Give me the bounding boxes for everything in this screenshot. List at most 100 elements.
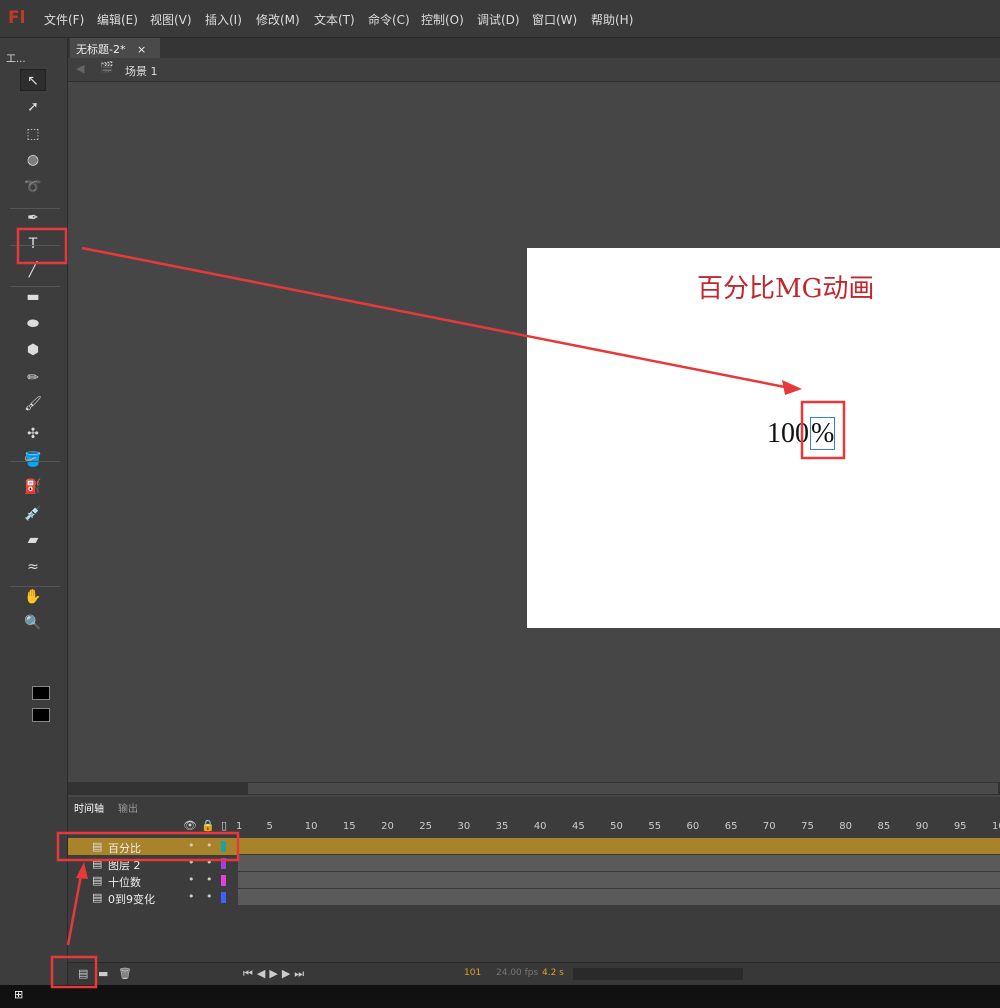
layer-frames[interactable]	[238, 838, 1000, 855]
scene-label[interactable]: 场景 1	[125, 63, 158, 79]
frame-tick-label: 45	[572, 821, 585, 832]
frame-tick-label: 15	[342, 821, 356, 832]
pen-tool-icon[interactable]: ✒	[20, 207, 46, 229]
new-layer-icon[interactable]: ▤	[78, 967, 88, 980]
stage-title-text[interactable]: 百分比MG动画	[697, 268, 874, 305]
stage-canvas[interactable]: 百分比MG动画 100%	[527, 248, 1000, 628]
layer-row[interactable]: ▤ 0到9变化 • •	[68, 889, 1000, 906]
percent-text[interactable]: 100%	[767, 417, 836, 450]
tab-output[interactable]: 输出	[118, 800, 138, 815]
frame-tick-label: 55	[648, 821, 662, 832]
new-folder-icon[interactable]: ▬	[98, 967, 108, 980]
text-tool-icon[interactable]: T	[20, 233, 46, 255]
zoom-tool-icon[interactable]: 🔍	[20, 612, 46, 634]
document-tab-label: 无标题-2*	[76, 43, 126, 56]
lock-icon[interactable]: 🔒	[201, 819, 215, 832]
eyedropper-tool-icon[interactable]: 💉	[20, 503, 46, 525]
paint-bucket-tool-icon[interactable]: 🪣	[20, 449, 46, 471]
3d-rotation-tool-icon[interactable]: ◍	[20, 149, 46, 171]
visibility-dot[interactable]: •	[188, 856, 195, 869]
menu-item[interactable]: 文件(F)	[44, 11, 84, 28]
bone-tool-icon[interactable]: ✣	[20, 423, 46, 445]
frame-tick-label: 1	[236, 821, 243, 832]
frame-tick-label: 75	[801, 821, 814, 832]
fill-color-swatch[interactable]	[32, 708, 50, 722]
menu-item[interactable]: 调试(D)	[477, 11, 520, 28]
visibility-dot[interactable]: •	[188, 890, 195, 903]
oval-tool-icon[interactable]: ⬬	[20, 313, 46, 335]
layer-row[interactable]: ▤ 十位数 • •	[68, 872, 1000, 889]
menu-item[interactable]: 视图(V)	[150, 11, 192, 28]
layer-color-swatch[interactable]	[221, 892, 226, 903]
layer-icon: ▤	[92, 840, 103, 853]
visibility-dot[interactable]: •	[188, 873, 195, 886]
document-tab[interactable]: 无标题-2* ×	[70, 38, 160, 58]
windows-start-icon[interactable]: ⊞	[14, 988, 23, 1001]
back-arrow-icon[interactable]: ◀	[76, 62, 84, 75]
lock-dot[interactable]: •	[206, 873, 213, 886]
stage-horizontal-scrollbar[interactable]	[68, 782, 1000, 795]
close-icon[interactable]: ×	[137, 43, 146, 56]
hand-tool-icon[interactable]: ✋	[20, 586, 46, 608]
menu-item[interactable]: 编辑(E)	[97, 11, 138, 28]
elapsed-time[interactable]: 4.2 s	[542, 968, 564, 978]
layer-icon: ▤	[92, 874, 103, 887]
layer-frames[interactable]	[238, 855, 1000, 872]
layer-icon: ▤	[92, 891, 103, 904]
layer-name[interactable]: 图层 2	[108, 857, 141, 873]
width-tool-icon[interactable]: ≈	[20, 556, 46, 578]
timeline-controls: ▤ ▬ 🗑 ⏮◀▶▶⏭ 101 24.00 fps 4.2 s	[68, 962, 1000, 985]
frame-tick-label: 10	[304, 821, 318, 832]
line-tool-icon[interactable]: ╱	[20, 259, 46, 281]
lock-dot[interactable]: •	[206, 856, 213, 869]
document-tab-strip	[68, 38, 1000, 58]
polystar-tool-icon[interactable]: ⬢	[20, 339, 46, 361]
layer-frames[interactable]	[238, 889, 1000, 906]
frame-tick-label: 85	[877, 821, 891, 832]
layer-color-swatch[interactable]	[221, 858, 226, 869]
playback-controls[interactable]: ⏮◀▶▶⏭	[243, 967, 308, 981]
frame-rate[interactable]: 24.00 fps	[496, 968, 538, 978]
brush-tool-icon[interactable]: 🖌	[20, 393, 46, 415]
layer-name[interactable]: 0到9变化	[108, 891, 155, 907]
tools-panel: 工... ↖ ➚ ⬚ ◍ ➰ ✒ T ╱ ▬ ⬬ ⬢ ✏ 🖌 ✣ 🪣 ⛽ 💉 ▰ ≈ ✋ 🔍	[0, 38, 68, 985]
menu-bar: Fl 文件(F) 编辑(E) 视图(V) 插入(I) 修改(M) 文本(T) 命令(C) 控制…	[0, 0, 1000, 38]
outline-icon[interactable]: ▯	[221, 819, 227, 832]
delete-icon[interactable]: 🗑	[118, 967, 132, 980]
layer-row[interactable]: ▤ 百分比 • •	[68, 838, 1000, 855]
layer-name[interactable]: 十位数	[108, 874, 141, 890]
rectangle-tool-icon[interactable]: ▬	[20, 286, 46, 308]
tab-timeline[interactable]: 时间轴	[74, 800, 104, 815]
eye-icon[interactable]: 👁	[183, 819, 197, 832]
frame-tick-label: 100	[992, 821, 1000, 832]
layer-name[interactable]: 百分比	[108, 840, 141, 856]
lock-dot[interactable]: •	[206, 890, 213, 903]
menu-item[interactable]: 控制(O)	[421, 11, 464, 28]
lock-dot[interactable]: •	[206, 839, 213, 852]
number-text: 100	[767, 418, 809, 449]
menu-item[interactable]: 窗口(W)	[532, 11, 577, 28]
menu-item[interactable]: 帮助(H)	[591, 11, 633, 28]
subselection-tool-icon[interactable]: ➚	[20, 96, 46, 118]
frame-tick-label: 5	[266, 821, 273, 832]
selection-tool-icon[interactable]: ↖	[20, 69, 46, 91]
layer-color-swatch[interactable]	[221, 875, 226, 886]
pencil-tool-icon[interactable]: ✏	[20, 367, 46, 389]
tools-panel-title: 工...	[6, 54, 26, 65]
layer-row[interactable]: ▤ 图层 2 • •	[68, 855, 1000, 872]
lasso-tool-icon[interactable]: ➰	[20, 176, 46, 198]
menu-item[interactable]: 修改(M)	[256, 11, 300, 28]
menu-item[interactable]: 命令(C)	[368, 11, 410, 28]
menu-item[interactable]: 文本(T)	[314, 11, 355, 28]
timeline-scrollbar[interactable]	[573, 968, 743, 980]
frame-tick-label: 70	[762, 821, 776, 832]
visibility-dot[interactable]: •	[188, 839, 195, 852]
layer-frames[interactable]	[238, 872, 1000, 889]
current-frame[interactable]: 101	[464, 968, 481, 978]
ink-bottle-tool-icon[interactable]: ⛽	[20, 476, 46, 498]
menu-item[interactable]: 插入(I)	[205, 11, 242, 28]
eraser-tool-icon[interactable]: ▰	[20, 529, 46, 551]
layer-color-swatch[interactable]	[221, 841, 226, 852]
stroke-color-swatch[interactable]	[32, 686, 50, 700]
free-transform-tool-icon[interactable]: ⬚	[20, 123, 46, 145]
